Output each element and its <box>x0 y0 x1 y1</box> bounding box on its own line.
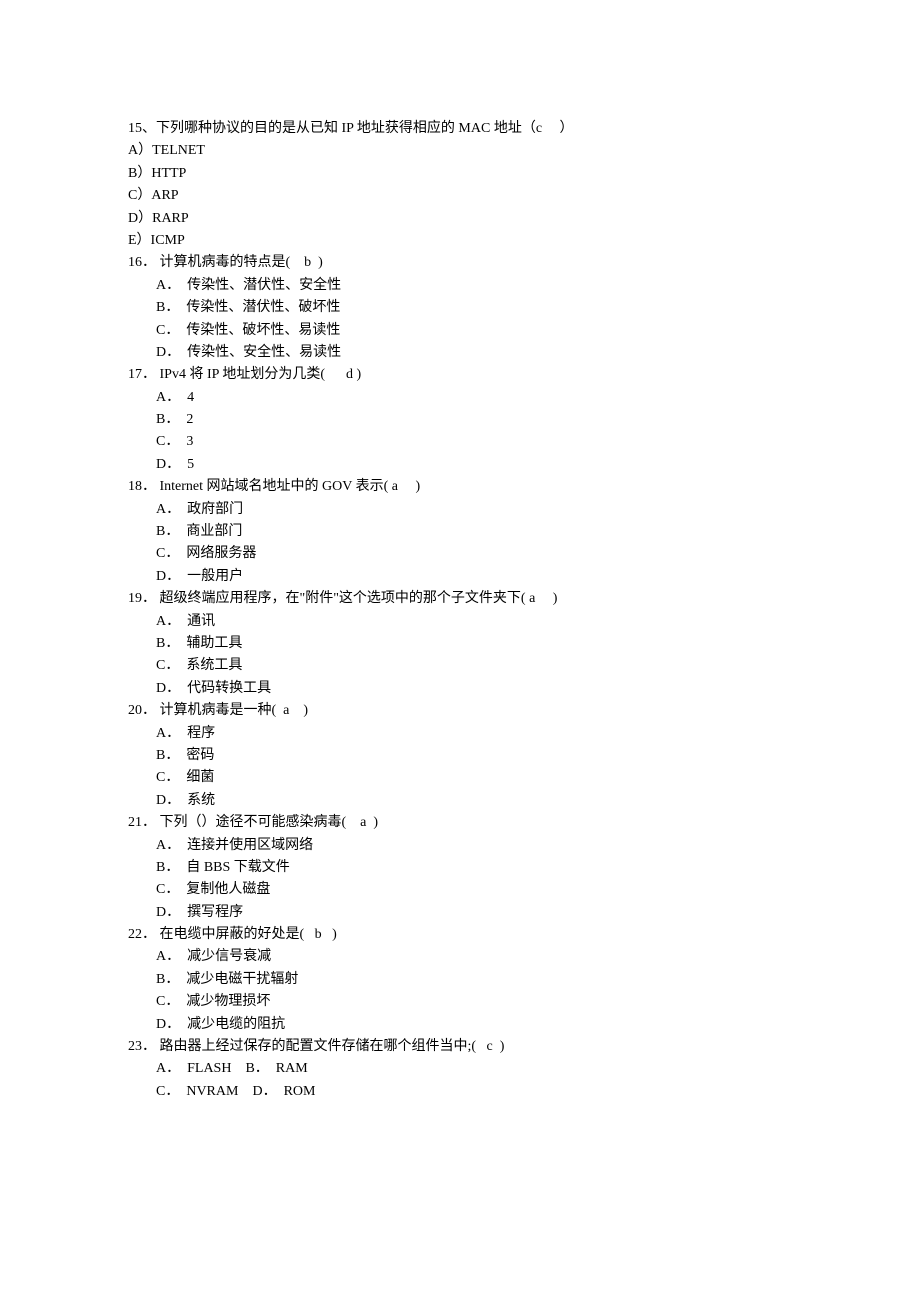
question-option: C）ARP <box>128 185 792 207</box>
question-option: A． 程序 <box>128 723 792 745</box>
question-option: D． 一般用户 <box>128 566 792 588</box>
question-option: A． 传染性、潜伏性、安全性 <box>128 275 792 297</box>
question-option: D． 传染性、安全性、易读性 <box>128 342 792 364</box>
page: 15、下列哪种协议的目的是从已知 IP 地址获得相应的 MAC 地址（c ）A）… <box>0 0 920 1302</box>
question-option: D． 减少电缆的阻抗 <box>128 1014 792 1036</box>
question-option: B． 传染性、潜伏性、破坏性 <box>128 297 792 319</box>
question-option: B． 2 <box>128 409 792 431</box>
question-option: B． 商业部门 <box>128 521 792 543</box>
question-option: E）ICMP <box>128 230 792 252</box>
question-stem: 16． 计算机病毒的特点是( b ) <box>128 252 792 274</box>
question-option: C． 细菌 <box>128 767 792 789</box>
question-option-row: C． NVRAM D． ROM <box>128 1081 792 1103</box>
question-option: A． 4 <box>128 387 792 409</box>
question-option: C． 3 <box>128 431 792 453</box>
question-option: A． 连接并使用区域网络 <box>128 835 792 857</box>
question-option: A）TELNET <box>128 140 792 162</box>
question-option: B． 密码 <box>128 745 792 767</box>
question-stem: 15、下列哪种协议的目的是从已知 IP 地址获得相应的 MAC 地址（c ） <box>128 118 792 140</box>
question-option: D． 系统 <box>128 790 792 812</box>
question-option-row: A． FLASH B． RAM <box>128 1058 792 1080</box>
question-stem: 22． 在电缆中屏蔽的好处是( b ) <box>128 924 792 946</box>
question-option: C． 复制他人磁盘 <box>128 879 792 901</box>
question-option: A． 减少信号衰减 <box>128 946 792 968</box>
question-option: C． 传染性、破坏性、易读性 <box>128 320 792 342</box>
question-option: A． 通讯 <box>128 611 792 633</box>
question-option: D）RARP <box>128 208 792 230</box>
question-option: D． 撰写程序 <box>128 902 792 924</box>
question-option: C． 系统工具 <box>128 655 792 677</box>
question-stem: 17． IPv4 将 IP 地址划分为几类( d ) <box>128 364 792 386</box>
question-stem: 19． 超级终端应用程序，在"附件"这个选项中的那个子文件夹下( a ) <box>128 588 792 610</box>
question-option: B）HTTP <box>128 163 792 185</box>
question-option: A． 政府部门 <box>128 499 792 521</box>
question-option: C． 减少物理损坏 <box>128 991 792 1013</box>
question-option: B． 自 BBS 下载文件 <box>128 857 792 879</box>
question-option: B． 辅助工具 <box>128 633 792 655</box>
question-stem: 21． 下列（）途径不可能感染病毒( a ) <box>128 812 792 834</box>
question-option: C． 网络服务器 <box>128 543 792 565</box>
question-option: D． 代码转换工具 <box>128 678 792 700</box>
question-stem: 20． 计算机病毒是一种( a ) <box>128 700 792 722</box>
question-stem: 18． Internet 网站域名地址中的 GOV 表示( a ) <box>128 476 792 498</box>
question-stem: 23． 路由器上经过保存的配置文件存储在哪个组件当中;( c ) <box>128 1036 792 1058</box>
question-option: B． 减少电磁干扰辐射 <box>128 969 792 991</box>
question-option: D． 5 <box>128 454 792 476</box>
